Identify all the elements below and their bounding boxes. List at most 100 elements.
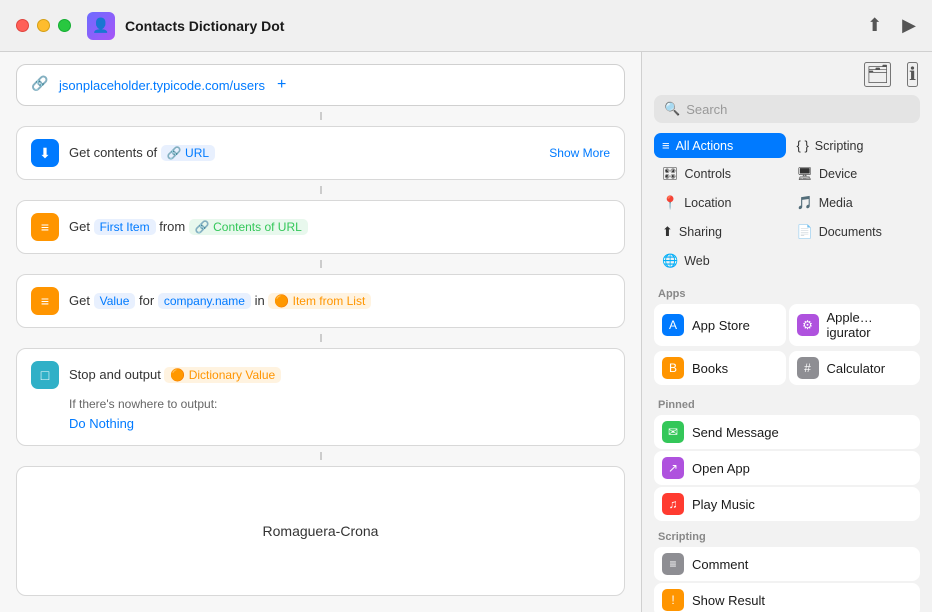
sidebar-item-show-result[interactable]: ! Show Result bbox=[654, 583, 920, 612]
scripting-icon: { } bbox=[797, 138, 809, 153]
stop-output-block[interactable]: □ Stop and output 🟠 Dictionary Value If … bbox=[16, 348, 625, 446]
category-documents[interactable]: 📄 Documents bbox=[789, 219, 921, 245]
location-icon: 📍 bbox=[662, 195, 678, 211]
get-first-item-text: Get First Item from 🔗 Contents of URL bbox=[69, 219, 610, 235]
category-scripting[interactable]: { } Scripting bbox=[789, 133, 921, 158]
books-icon: B bbox=[662, 357, 684, 379]
category-sharing[interactable]: ⬆ Sharing bbox=[654, 219, 786, 245]
sidebar-scroll: Apps A App Store ⚙ Apple…igurator B Book… bbox=[642, 280, 932, 612]
all-actions-icon: ≡ bbox=[662, 138, 670, 153]
search-bar[interactable]: 🔍 Search bbox=[654, 95, 920, 123]
open-app-label: Open App bbox=[692, 461, 750, 476]
apps-section-label: Apps bbox=[654, 280, 920, 304]
titlebar: 👤 Contacts Dictionary Dot ⬆ ▶ bbox=[0, 0, 932, 52]
category-all-actions[interactable]: ≡ All Actions bbox=[654, 133, 786, 158]
scripting-section-label: Scripting bbox=[654, 523, 920, 547]
send-message-label: Send Message bbox=[692, 425, 779, 440]
category-controls[interactable]: 🎛 Controls bbox=[654, 161, 786, 187]
maximize-button[interactable] bbox=[58, 19, 71, 32]
category-web[interactable]: 🌐 Web bbox=[654, 248, 786, 274]
play-music-label: Play Music bbox=[692, 497, 755, 512]
get-label: Get bbox=[69, 219, 94, 234]
stop-body: If there's nowhere to output: Do Nothing bbox=[31, 397, 610, 433]
actions-panel: 🗂 ℹ 🔍 Search ≡ All Actions { } Scripting… bbox=[642, 52, 932, 612]
category-device[interactable]: 🖥 Device bbox=[789, 161, 921, 187]
all-actions-label: All Actions bbox=[676, 139, 734, 153]
item-from-list-token[interactable]: 🟠 Item from List bbox=[268, 293, 371, 309]
show-more-button[interactable]: Show More bbox=[549, 146, 610, 160]
nowhere-label: If there's nowhere to output: bbox=[69, 397, 610, 411]
documents-label: Documents bbox=[819, 225, 882, 239]
play-music-icon: ♫ bbox=[662, 493, 684, 515]
category-media[interactable]: 🎵 Media bbox=[789, 190, 921, 216]
info-button[interactable]: ℹ bbox=[907, 62, 918, 87]
calculator-icon: # bbox=[797, 357, 819, 379]
sidebar-item-open-app[interactable]: ↗ Open App bbox=[654, 451, 920, 485]
url-bar[interactable]: 🔗 jsonplaceholder.typicode.com/users + bbox=[16, 64, 625, 106]
connector-5 bbox=[320, 452, 322, 460]
titlebar-actions: ⬆ ▶ bbox=[867, 15, 916, 36]
pinned-section-label: Pinned bbox=[654, 391, 920, 415]
sidebar-item-app-store[interactable]: A App Store bbox=[654, 304, 786, 346]
sidebar-item-send-message[interactable]: ✉ Send Message bbox=[654, 415, 920, 449]
workflow-panel: 🔗 jsonplaceholder.typicode.com/users + ⬇… bbox=[0, 52, 642, 612]
sidebar-item-comment[interactable]: ≡ Comment bbox=[654, 547, 920, 581]
sidebar-item-books[interactable]: B Books bbox=[654, 351, 786, 385]
open-app-icon: ↗ bbox=[662, 457, 684, 479]
add-url-button[interactable]: + bbox=[277, 76, 286, 94]
minimize-button[interactable] bbox=[37, 19, 50, 32]
action-get-first-item[interactable]: ≡ Get First Item from 🔗 Contents of URL bbox=[16, 200, 625, 254]
stop-label: Stop and output bbox=[69, 367, 164, 382]
apple-igurator-icon: ⚙ bbox=[797, 314, 819, 336]
company-name-token[interactable]: company.name bbox=[158, 293, 251, 309]
sidebar-item-apple-igurator[interactable]: ⚙ Apple…igurator bbox=[789, 304, 921, 346]
in-label: in bbox=[255, 293, 269, 308]
sidebar-item-play-music[interactable]: ♫ Play Music bbox=[654, 487, 920, 521]
search-placeholder[interactable]: Search bbox=[686, 102, 910, 117]
device-label: Device bbox=[819, 167, 857, 181]
connector-1 bbox=[320, 112, 322, 120]
output-value: Romaguera-Crona bbox=[263, 523, 379, 539]
dictionary-value-token[interactable]: 🟠 Dictionary Value bbox=[164, 367, 281, 383]
web-label: Web bbox=[684, 254, 709, 268]
sidebar-item-calculator[interactable]: # Calculator bbox=[789, 351, 921, 385]
show-result-icon: ! bbox=[662, 589, 684, 611]
share-button[interactable]: ⬆ bbox=[867, 15, 882, 36]
action-get-contents[interactable]: ⬇ Get contents of 🔗 URL Show More bbox=[16, 126, 625, 180]
get-value-label: Get bbox=[69, 293, 94, 308]
location-label: Location bbox=[684, 196, 731, 210]
sidebar-header: 🗂 ℹ bbox=[642, 52, 932, 95]
window-title: Contacts Dictionary Dot bbox=[125, 18, 867, 34]
value-token[interactable]: Value bbox=[94, 293, 136, 309]
contents-url-token[interactable]: 🔗 Contents of URL bbox=[189, 219, 308, 235]
stop-text: Stop and output 🟠 Dictionary Value bbox=[69, 367, 610, 383]
sharing-icon: ⬆ bbox=[662, 224, 673, 240]
categories-grid: ≡ All Actions { } Scripting 🎛 Controls 🖥… bbox=[642, 133, 932, 280]
show-result-label: Show Result bbox=[692, 593, 765, 608]
stop-icon: □ bbox=[31, 361, 59, 389]
stop-header: □ Stop and output 🟠 Dictionary Value bbox=[31, 361, 610, 389]
connector-2 bbox=[320, 186, 322, 194]
books-label: Books bbox=[692, 361, 728, 376]
url-token[interactable]: 🔗 URL bbox=[161, 145, 215, 161]
play-button[interactable]: ▶ bbox=[902, 15, 916, 36]
first-item-token[interactable]: First Item bbox=[94, 219, 156, 235]
close-button[interactable] bbox=[16, 19, 29, 32]
get-contents-text: Get contents of 🔗 URL bbox=[69, 145, 539, 161]
controls-label: Controls bbox=[685, 167, 732, 181]
connector-3 bbox=[320, 260, 322, 268]
comment-icon: ≡ bbox=[662, 553, 684, 575]
do-nothing-button[interactable]: Do Nothing bbox=[69, 416, 134, 431]
apps-grid: A App Store ⚙ Apple…igurator B Books # C… bbox=[654, 304, 920, 387]
app-store-icon: A bbox=[662, 314, 684, 336]
get-contents-icon: ⬇ bbox=[31, 139, 59, 167]
category-location[interactable]: 📍 Location bbox=[654, 190, 786, 216]
url-text[interactable]: jsonplaceholder.typicode.com/users bbox=[59, 78, 265, 93]
sharing-label: Sharing bbox=[679, 225, 722, 239]
get-value-text: Get Value for company.name in 🟠 Item fro… bbox=[69, 293, 610, 309]
get-value-icon: ≡ bbox=[31, 287, 59, 315]
action-get-value[interactable]: ≡ Get Value for company.name in 🟠 Item f… bbox=[16, 274, 625, 328]
calculator-label: Calculator bbox=[827, 361, 886, 376]
library-button[interactable]: 🗂 bbox=[864, 62, 891, 87]
apple-igurator-label: Apple…igurator bbox=[827, 310, 913, 340]
